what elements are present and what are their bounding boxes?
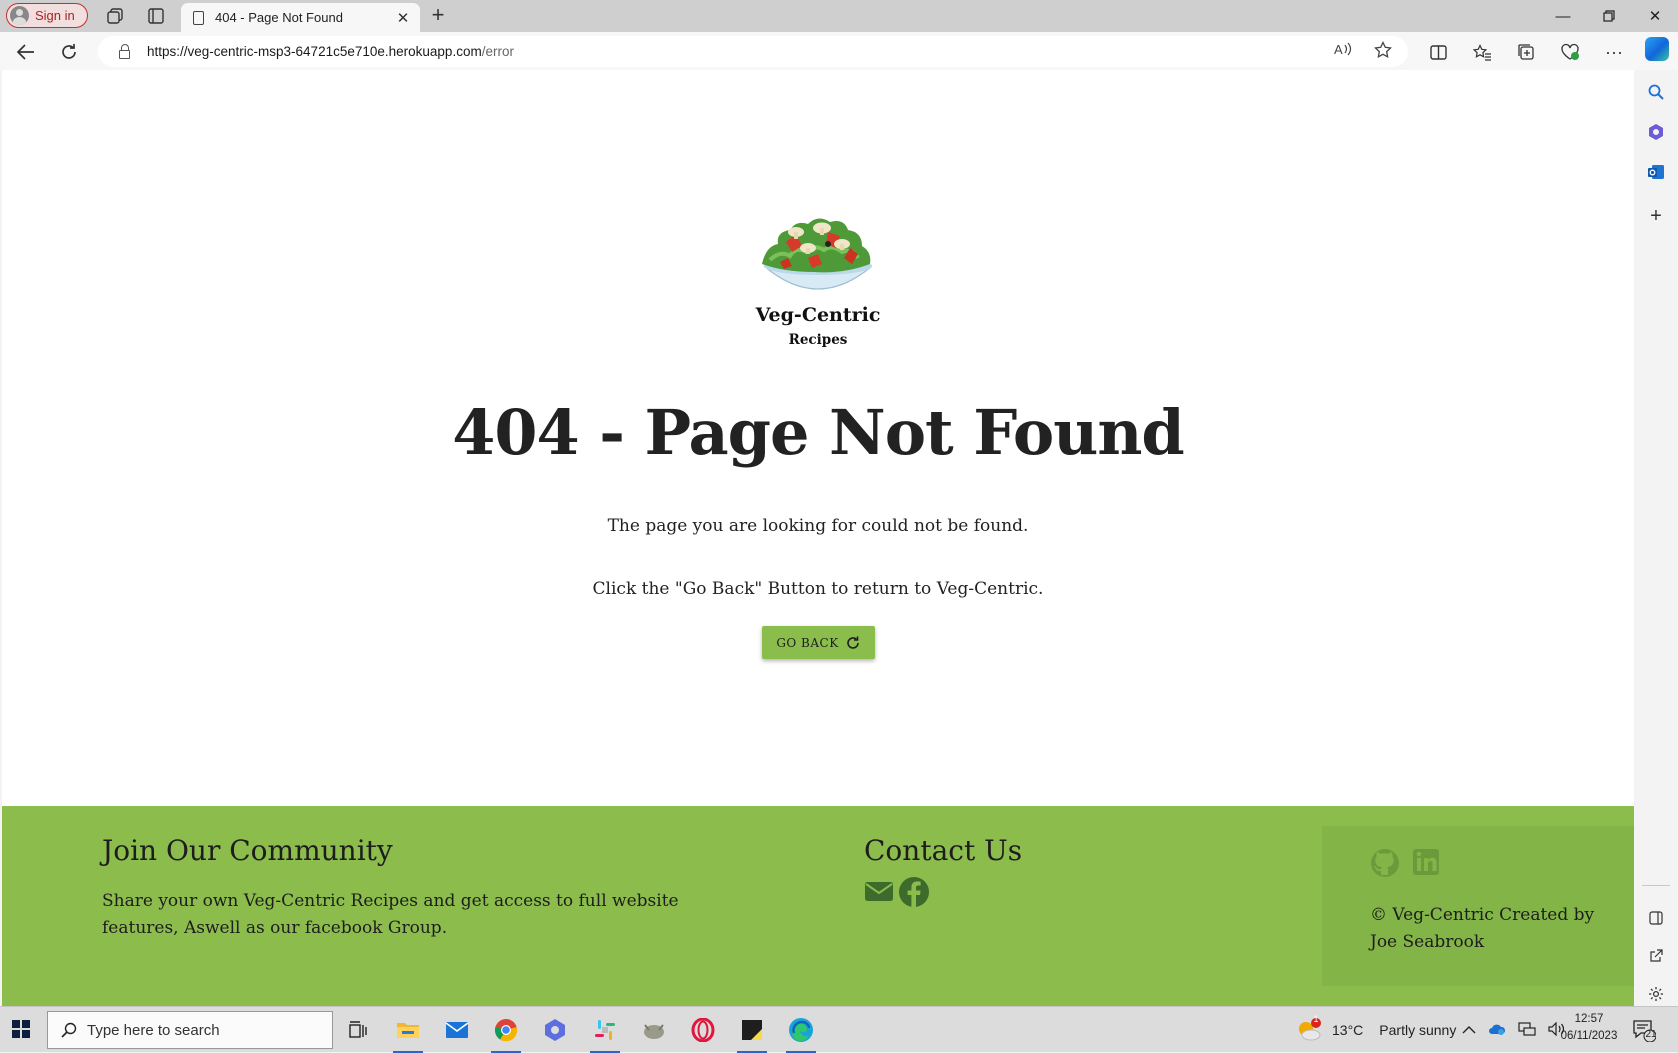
facebook-icon[interactable] [898, 876, 930, 908]
sign-in-label: Sign in [35, 8, 75, 23]
browser-titlebar: Sign in 404 - Page Not Found ✕ + — ✕ [0, 0, 1678, 32]
slack-icon[interactable] [590, 1015, 620, 1053]
url-host: https://veg-centric-msp3-64721c5e710e.he… [147, 44, 482, 59]
add-sidebar-app-icon[interactable]: + [1646, 205, 1666, 227]
favorites-icon[interactable] [1470, 41, 1494, 63]
page-icon [193, 10, 204, 25]
windows-taskbar: Type here to search 1 13°C Partly sunny [0, 1006, 1678, 1053]
community-text-line1: Share your own Veg-Centric Recipes and g… [102, 891, 679, 911]
weather-widget[interactable]: 1 13°C Partly sunny [1296, 1007, 1456, 1053]
show-hidden-icons-chevron-icon[interactable] [1462, 1022, 1476, 1038]
clock-date: 06/11/2023 [1560, 1030, 1618, 1042]
github-icon[interactable] [1370, 848, 1400, 878]
copilot-app-icon[interactable] [540, 1015, 570, 1045]
credit-line1: © Veg-Centric Created by [1370, 905, 1595, 925]
site-footer: Join Our Community Share your own Veg-Ce… [2, 806, 1634, 1006]
tab-title: 404 - Page Not Found [215, 10, 343, 25]
search-magnifier-icon [61, 1022, 77, 1038]
developer-links [1370, 848, 1440, 878]
community-heading: Join Our Community [102, 834, 393, 867]
brand-name[interactable]: Veg-Centric [2, 304, 1634, 326]
envelope-icon[interactable] [864, 876, 894, 906]
go-back-label: GO BACK [776, 635, 839, 650]
weather-alert-badge: 1 [1313, 1014, 1319, 1024]
workspaces-icon[interactable] [104, 5, 126, 27]
clock-time: 12:57 [1574, 1013, 1604, 1025]
lock-icon [119, 44, 130, 59]
copilot-icon[interactable] [1645, 37, 1669, 61]
svg-text:A: A [1334, 42, 1343, 57]
windows-start-icon[interactable] [12, 1020, 30, 1038]
copilot-sidebar-icon[interactable] [1646, 122, 1666, 142]
task-view-icon[interactable] [343, 1015, 373, 1045]
collections-icon[interactable] [1514, 41, 1538, 63]
sticky-notes-icon[interactable] [737, 1015, 767, 1053]
back-icon[interactable] [13, 39, 39, 65]
credit-line2: Joe Seabrook [1370, 932, 1485, 952]
contact-icons [864, 876, 930, 908]
minimize-icon[interactable]: — [1540, 0, 1586, 32]
weather-temp: 13°C [1332, 1022, 1364, 1038]
opera-icon[interactable] [688, 1015, 718, 1045]
mail-icon[interactable] [442, 1015, 472, 1045]
hide-sidebar-icon[interactable] [1646, 908, 1666, 928]
split-screen-icon[interactable] [1426, 41, 1450, 63]
close-tab-icon[interactable]: ✕ [392, 9, 414, 27]
refresh-icon[interactable] [56, 39, 82, 65]
favorite-star-icon[interactable] [1372, 40, 1394, 64]
settings-more-icon[interactable]: ··· [1602, 41, 1626, 63]
gimp-icon[interactable] [639, 1015, 669, 1045]
address-bar[interactable]: https://veg-centric-msp3-64721c5e710e.he… [98, 36, 1408, 67]
notifications-button[interactable]: 21 [1632, 1007, 1657, 1053]
onedrive-sync-icon[interactable] [1488, 1022, 1506, 1039]
taskbar-search-input[interactable]: Type here to search [47, 1011, 333, 1049]
new-tab-icon[interactable]: + [426, 4, 450, 28]
read-aloud-icon[interactable]: A [1332, 41, 1354, 62]
go-back-instruction: Click the "Go Back" Button to return to … [592, 579, 1044, 599]
weather-desc: Partly sunny [1379, 1022, 1457, 1038]
taskbar-search-placeholder: Type here to search [87, 1021, 220, 1039]
notification-count: 21 [1645, 1029, 1657, 1040]
error-message: The page you are looking for could not b… [607, 516, 1029, 536]
edge-sidebar: + [1634, 70, 1678, 1006]
tab-active[interactable]: 404 - Page Not Found ✕ [181, 3, 420, 32]
network-icon[interactable] [1518, 1021, 1536, 1039]
search-icon[interactable] [1646, 82, 1666, 102]
restore-icon[interactable] [1586, 0, 1632, 32]
tab-actions-icon[interactable] [145, 5, 167, 27]
contact-heading: Contact Us [864, 834, 1023, 867]
salad-bowl-logo[interactable] [756, 214, 880, 304]
page-viewport: Veg-Centric Recipes 404 - Page Not Found… [2, 70, 1634, 1006]
sidebar-settings-gear-icon[interactable] [1646, 984, 1666, 1004]
go-back-button[interactable]: GO BACK [762, 626, 875, 659]
close-window-icon[interactable]: ✕ [1632, 0, 1678, 32]
rotate-icon [846, 636, 859, 649]
sign-in-button[interactable]: Sign in [6, 3, 88, 28]
sidebar-divider [1642, 885, 1670, 886]
chrome-icon[interactable] [491, 1015, 521, 1053]
credits-panel: © Veg-Centric Created by Joe Seabrook [1322, 826, 1634, 986]
external-link-icon[interactable] [1646, 946, 1666, 966]
url-path: /error [481, 44, 514, 59]
browser-essentials-icon[interactable] [1558, 41, 1582, 63]
page-title: 404 - Page Not Found [452, 396, 1185, 469]
taskbar-clock[interactable]: 12:57 06/11/2023 [1558, 1011, 1620, 1045]
outlook-icon[interactable] [1646, 162, 1666, 182]
file-explorer-icon[interactable] [393, 1015, 423, 1053]
community-text-line2: features, Aswell as our facebook Group. [102, 918, 448, 938]
profile-avatar-icon [10, 6, 29, 25]
brand-subtitle: Recipes [788, 332, 848, 348]
system-tray [1462, 1007, 1566, 1053]
edge-browser-icon[interactable] [786, 1015, 816, 1053]
address-toolbar: https://veg-centric-msp3-64721c5e710e.he… [0, 32, 1678, 70]
linkedin-icon[interactable] [1412, 848, 1440, 876]
